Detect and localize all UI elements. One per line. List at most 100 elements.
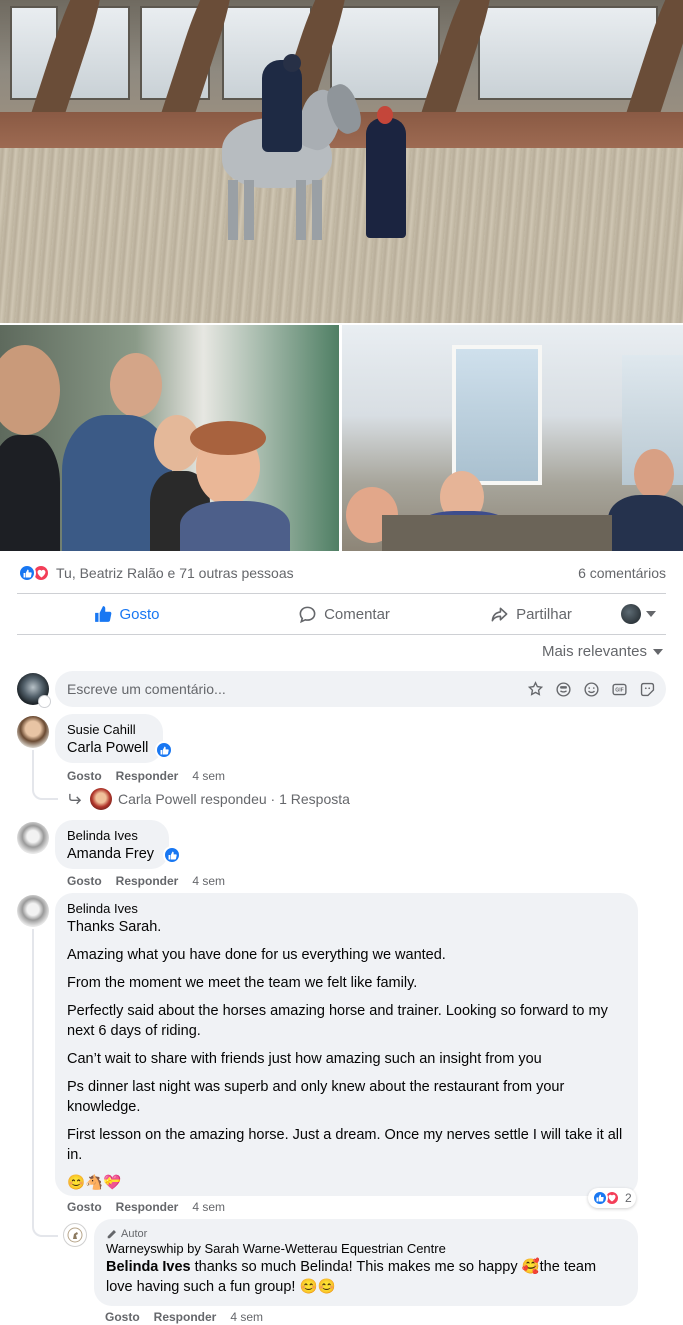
comment-composer: Escreve um comentário... GIF (17, 671, 666, 708)
emoji-icon[interactable] (583, 681, 600, 698)
author-badge: Autor (106, 1227, 626, 1241)
comment-timestamp[interactable]: 4 sem (192, 1200, 225, 1214)
comment-paragraph: Can’t wait to share with friends just ho… (67, 1051, 542, 1067)
rider (262, 60, 302, 152)
comment-meta: Gosto Responder 4 sem (67, 874, 225, 888)
reply-author[interactable]: Warneyswhip by Sarah Warne-Wetterau Eque… (106, 1241, 626, 1257)
comment-like-badge[interactable] (163, 846, 181, 864)
comment-like-link[interactable]: Gosto (67, 874, 102, 888)
comment-emojis: 😊🐴💝 (67, 1175, 122, 1191)
comment-button-label: Comentar (324, 605, 390, 623)
comment-author[interactable]: Belinda Ives (67, 901, 626, 917)
comment-reply-link[interactable]: Responder (116, 1200, 179, 1214)
person-shirt (0, 435, 60, 551)
page-avatar[interactable] (63, 1223, 87, 1247)
sort-label: Mais relevantes (541, 643, 647, 660)
comment-text[interactable]: Carla Powell (67, 740, 148, 756)
comment-author[interactable]: Susie Cahill (67, 722, 151, 738)
comment-button[interactable]: Comentar (237, 597, 451, 631)
view-replies-link[interactable]: Carla Powell respondeu · 1 Resposta (68, 788, 350, 810)
reply-like-link[interactable]: Gosto (105, 1310, 140, 1324)
comment-timestamp[interactable]: 4 sem (192, 874, 225, 888)
comments-count-link[interactable]: 6 comentários (578, 565, 666, 581)
replier-avatar (90, 788, 112, 810)
comment-bubble: Susie Cahill Carla Powell (55, 714, 163, 763)
avatar-switch-badge (38, 695, 51, 708)
reply-arrow-icon (69, 793, 82, 805)
post-photo-restaurant[interactable] (342, 325, 683, 551)
person-face (634, 449, 674, 499)
reaction-count: 2 (625, 1191, 632, 1205)
trainer (366, 118, 406, 238)
comment-paragraph: From the moment we meet the team we felt… (67, 975, 418, 991)
reply-bubble: Autor Warneyswhip by Sarah Warne-Wettera… (94, 1219, 638, 1306)
commenter-avatar[interactable] (17, 895, 49, 927)
reply-text[interactable]: Belinda Ives thanks so much Belinda! Thi… (106, 1257, 626, 1297)
user-avatar[interactable] (17, 673, 51, 708)
horse-leg (228, 180, 238, 240)
restaurant-table (382, 515, 612, 551)
avatar-sticker-icon[interactable] (527, 680, 544, 698)
comment-text[interactable]: Thanks Sarah. Amazing what you have done… (67, 917, 626, 1193)
reaction-people-link[interactable]: Tu, Beatriz Ralão e 71 outras pessoas (56, 565, 294, 581)
sticker-face-icon[interactable] (639, 681, 656, 698)
share-button[interactable]: Partilhar (451, 597, 611, 631)
divider (17, 634, 666, 635)
mention-link[interactable]: Belinda Ives (106, 1259, 191, 1275)
chevron-down-icon (653, 648, 663, 655)
horse-leg (244, 180, 254, 240)
divider (17, 593, 666, 594)
comment-text[interactable]: Amanda Frey (67, 846, 154, 862)
comment-paragraph: Ps dinner last night was superb and only… (67, 1079, 565, 1115)
comment-paragraph: Perfectly said about the horses amazing … (67, 1003, 608, 1039)
person-shirt (608, 495, 683, 551)
rider-helmet (283, 54, 301, 72)
post-actions: Gosto Comentar Partilhar (17, 597, 666, 631)
post-photo-arena[interactable] (0, 0, 683, 323)
share-icon (491, 607, 508, 621)
reaction-icons[interactable] (18, 564, 50, 582)
comment-input-placeholder: Escreve um comentário... (67, 681, 226, 697)
gif-icon[interactable]: GIF (611, 681, 628, 698)
horse-leg (296, 180, 306, 240)
svg-text:GIF: GIF (615, 687, 624, 693)
comment-paragraph: First lesson on the amazing horse. Just … (67, 1127, 623, 1163)
commenter-avatar[interactable] (17, 822, 49, 854)
author-badge-label: Autor (121, 1228, 148, 1240)
person-hair (190, 421, 266, 455)
post-as-profile-selector[interactable] (621, 604, 656, 624)
share-button-label: Partilhar (516, 605, 572, 623)
comment-paragraph: Thanks Sarah. (67, 919, 162, 935)
sticker-icon[interactable] (555, 681, 572, 698)
commenter-avatar[interactable] (17, 716, 49, 748)
person-face (110, 353, 162, 417)
comment-like-badge[interactable] (155, 741, 173, 759)
comment-author[interactable]: Belinda Ives (67, 828, 157, 844)
comment-reactions[interactable]: 2 (588, 1188, 636, 1208)
thumbs-up-icon (160, 746, 169, 754)
post-photo-airport-group[interactable] (0, 325, 339, 551)
comment-bubble: Belinda Ives Thanks Sarah. Amazing what … (55, 893, 638, 1196)
comment-reply-link[interactable]: Responder (116, 769, 179, 783)
horse-logo-icon (67, 1227, 83, 1243)
comment-reply-link[interactable]: Responder (116, 874, 179, 888)
comment-bubble: Belinda Ives Amanda Frey (55, 820, 169, 869)
reply-timestamp[interactable]: 4 sem (230, 1310, 263, 1324)
reply-reply-link[interactable]: Responder (154, 1310, 217, 1324)
comment-paragraph: Amazing what you have done for us everyt… (67, 947, 446, 963)
comment-timestamp[interactable]: 4 sem (192, 769, 225, 783)
like-button-label: Gosto (119, 605, 160, 623)
comment-like-link[interactable]: Gosto (67, 1200, 102, 1214)
comment-sort-selector[interactable]: Mais relevantes (542, 643, 663, 660)
restaurant-window (452, 345, 542, 485)
like-reaction-icon (592, 1190, 608, 1206)
profile-avatar (621, 604, 641, 624)
reactions-summary-row: Tu, Beatriz Ralão e 71 outras pessoas 6 … (18, 560, 666, 586)
comment-input[interactable]: Escreve um comentário... GIF (55, 671, 666, 707)
arena-sand (0, 148, 683, 323)
person-face (0, 345, 60, 435)
like-button[interactable]: Gosto (17, 597, 237, 631)
thumbs-up-icon (95, 606, 112, 622)
trainer-head (377, 106, 393, 124)
comment-like-link[interactable]: Gosto (67, 769, 102, 783)
